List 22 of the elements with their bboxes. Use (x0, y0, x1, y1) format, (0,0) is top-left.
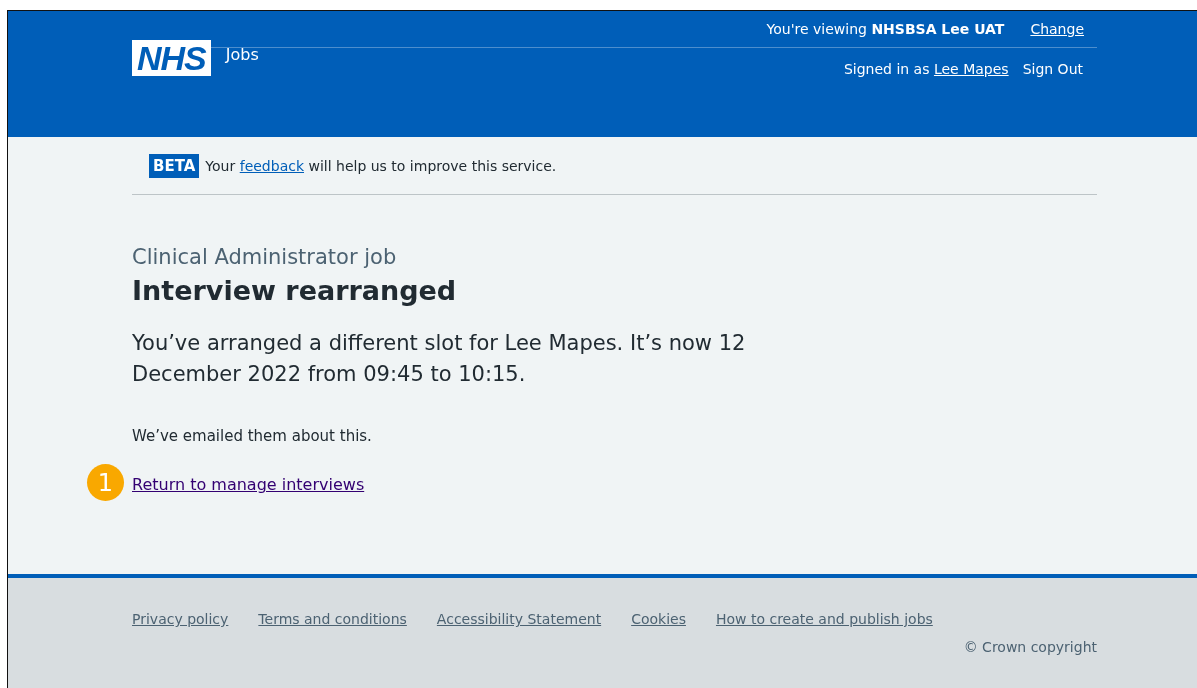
lead-text: You’ve arranged a different slot for Lee Mapes. It’s now 12 December 2022 from 09:45 to 10:15. (132, 330, 747, 388)
step-badge: 1 (87, 464, 124, 501)
copyright-text: © Crown copyright (962, 639, 1097, 655)
body-text: We’ve emailed them about this. (132, 427, 373, 445)
viewing-text: You're viewing NHSBSA Lee UAT (766, 21, 1005, 37)
user-link[interactable]: Lee Mapes (933, 61, 1009, 77)
return-link[interactable]: Return to manage interviews (132, 475, 365, 494)
change-link[interactable]: Change (1030, 21, 1084, 37)
page-heading: Interview rearranged (132, 275, 458, 306)
beta-message: Your feedback will help us to improve this service. (205, 157, 557, 174)
service-name: Jobs (225, 44, 259, 64)
feedback-link[interactable]: feedback (239, 157, 304, 174)
footer-link[interactable]: Accessibility Statement (436, 611, 602, 627)
footer-link[interactable]: Terms and conditions (258, 611, 407, 627)
sign-out-link[interactable]: Sign Out (1022, 61, 1083, 77)
footer-link[interactable]: Privacy policy (132, 611, 229, 627)
signed-in-text: Signed in as (843, 61, 930, 77)
beta-tag: BETA (149, 153, 200, 178)
footer-link[interactable]: How to create and publish jobs (715, 611, 933, 627)
nhs-logo[interactable]: NHS (132, 40, 211, 76)
job-caption: Clinical Administrator job (132, 245, 398, 269)
footer-link[interactable]: Cookies (631, 611, 686, 627)
